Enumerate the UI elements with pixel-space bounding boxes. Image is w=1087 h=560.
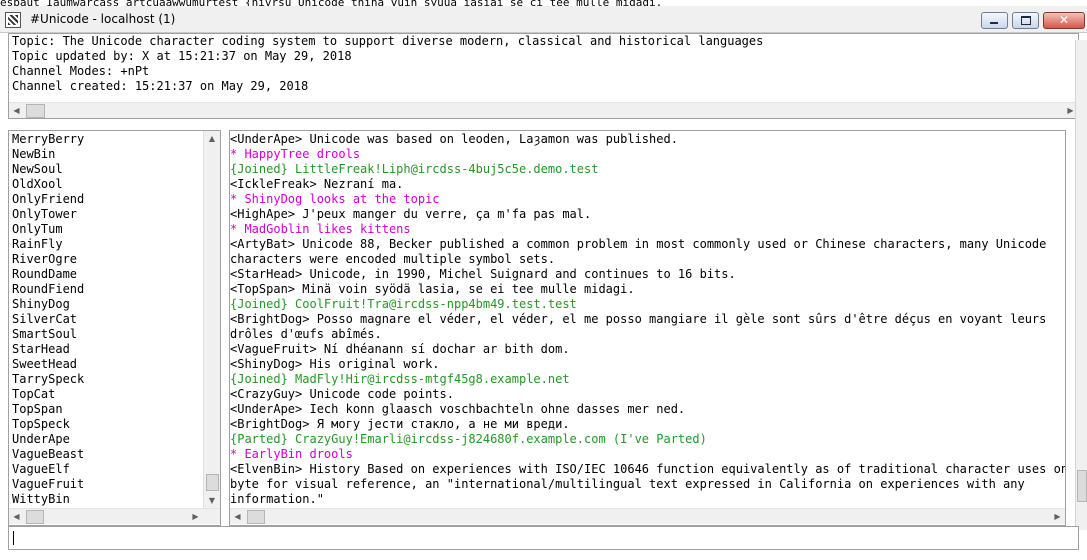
chat-message: <ElvenBin> History Based on experiences … xyxy=(230,462,1066,476)
chat-message: <BrightDog> Я могу јести стакло, а не ми… xyxy=(230,417,570,431)
scrollbar-thumb[interactable] xyxy=(26,104,45,118)
scrollbar-thumb[interactable] xyxy=(26,510,44,524)
nicklist-vertical-scrollbar[interactable]: ▲ ▼ xyxy=(203,131,220,508)
maximize-button[interactable] xyxy=(1012,12,1039,29)
nick-item[interactable]: VagueFruit xyxy=(12,477,84,492)
nick-item[interactable]: SmartSoul xyxy=(12,327,77,342)
scrollbar-thumb[interactable] xyxy=(1077,470,1087,502)
chat-message: drôles d'œufs abîmés. xyxy=(230,327,382,341)
topic-pane[interactable]: Topic: The Unicode character coding syst… xyxy=(8,33,1079,119)
nick-item[interactable]: RoundDame xyxy=(12,267,77,282)
chat-message: <HighApe> J'peux manger du verre, ça m'f… xyxy=(230,207,592,221)
scroll-left-icon[interactable]: ◀ xyxy=(9,509,24,524)
chat-horizontal-scrollbar[interactable]: ◀ ▶ xyxy=(230,508,1065,524)
scroll-left-icon[interactable]: ◀ xyxy=(230,509,245,524)
chat-message: <StarHead> Unicode, in 1990, Michel Suig… xyxy=(230,267,736,281)
text-caret xyxy=(13,531,14,545)
chat-message: {Joined} MadFly!Hir@ircdss-mtgf45g8.exam… xyxy=(230,372,570,386)
chat-messages-pane[interactable]: <UnderApe> Unicode was based on leoden, … xyxy=(229,130,1066,526)
window-title: #Unicode - localhost (1) xyxy=(30,12,176,26)
chat-message: <BrightDog> Posso magnare el véder, el v… xyxy=(230,312,1047,326)
nick-item[interactable]: RiverOgre xyxy=(12,252,77,267)
topic-line: Channel Modes: +nPt xyxy=(12,64,150,78)
scroll-down-icon[interactable]: ▼ xyxy=(204,493,220,508)
chat-message: <IckleFreak> Nezraní ma. xyxy=(230,177,404,191)
chat-message: * HappyTree drools xyxy=(230,147,361,161)
scroll-right-icon[interactable]: ▶ xyxy=(188,509,203,524)
nick-item[interactable]: TopCat xyxy=(12,387,55,402)
nicklist-pane[interactable]: MerryBerry NewBin NewSoul OldXool OnlyFriend… xyxy=(8,130,221,526)
chat-message: byte for visual reference, an "internati… xyxy=(230,477,1025,491)
maximize-icon xyxy=(1021,16,1031,25)
minimize-icon xyxy=(990,22,998,24)
chat-message: <UnderApe> Iech konn glaasch voschbachte… xyxy=(230,402,686,416)
nick-item[interactable]: UnderApe xyxy=(12,432,70,447)
scrollbar-thumb[interactable] xyxy=(206,474,219,491)
chat-message: <VagueFruit> Ní dhéanann sí dochar ar bi… xyxy=(230,342,570,356)
close-icon: ✕ xyxy=(1058,13,1070,27)
chat-message: <CrazyGuy> Unicode code points. xyxy=(230,387,454,401)
nick-item[interactable]: MerryBerry xyxy=(12,132,84,147)
topic-line: Topic: The Unicode character coding syst… xyxy=(12,34,764,48)
topic-line: Channel created: 15:21:37 on May 29, 201… xyxy=(12,79,309,93)
nick-item[interactable]: NewSoul xyxy=(12,162,63,177)
close-button[interactable]: ✕ xyxy=(1043,12,1085,29)
nicklist-horizontal-scrollbar[interactable]: ◀ ▶ xyxy=(9,508,220,524)
nick-item[interactable]: VagueBeast xyxy=(12,447,84,462)
title-bar[interactable]: #Unicode - localhost (1) ✕ xyxy=(0,6,1087,33)
chat-message: * EarlyBin drools xyxy=(230,447,353,461)
scrollbar-thumb[interactable] xyxy=(247,510,265,524)
chat-message: {Parted} CrazyGuy!Emarli@ircdss-j824680f… xyxy=(230,432,707,446)
nick-item[interactable]: OnlyTum xyxy=(12,222,63,237)
nick-item[interactable]: WittyBin xyxy=(12,492,70,507)
nick-item[interactable]: SweetHead xyxy=(12,357,77,372)
nick-item[interactable]: TarrySpeck xyxy=(12,372,84,387)
app-icon xyxy=(5,12,21,28)
message-input[interactable] xyxy=(8,526,1079,550)
chat-message: <TopSpan> Minä voin syödä lasia, se ei t… xyxy=(230,282,635,296)
nick-item[interactable]: TopSpeck xyxy=(12,417,70,432)
chat-message: <ShinyDog> His original work. xyxy=(230,357,440,371)
nick-item[interactable]: TopSpan xyxy=(12,402,63,417)
nick-item[interactable]: OldXool xyxy=(12,177,63,192)
scroll-up-icon[interactable]: ▲ xyxy=(204,131,220,146)
chat-message: <ArtyBat> Unicode 88, Becker published a… xyxy=(230,237,1047,251)
chat-message: {Joined} CoolFruit!Tra@ircdss-npp4bm49.t… xyxy=(230,297,577,311)
scroll-left-icon[interactable]: ◀ xyxy=(9,103,24,118)
chat-message: * ShinyDog looks at the topic xyxy=(230,192,440,206)
minimize-button[interactable] xyxy=(981,12,1008,29)
nick-item[interactable]: RoundFiend xyxy=(12,282,84,297)
nick-item[interactable]: SilverCat xyxy=(12,312,77,327)
chat-message: characters were encoded multiple symbol … xyxy=(230,252,556,266)
chat-message: information." xyxy=(230,492,324,506)
nick-item[interactable]: RainFly xyxy=(12,237,63,252)
chat-message: * MadGoblin likes kittens xyxy=(230,222,411,236)
outer-vertical-scrollbar[interactable] xyxy=(1075,40,1087,530)
topic-line: Topic updated by: X at 15:21:37 on May 2… xyxy=(12,49,352,63)
topic-horizontal-scrollbar[interactable]: ◀ ▶ xyxy=(9,102,1078,118)
scroll-right-icon[interactable]: ▶ xyxy=(1050,509,1065,524)
chat-message: <UnderApe> Unicode was based on leoden, … xyxy=(230,132,678,146)
nick-item[interactable]: VagueElf xyxy=(12,462,70,477)
nick-item[interactable]: OnlyTower xyxy=(12,207,77,222)
nick-item[interactable]: ShinyDog xyxy=(12,297,70,312)
nick-item[interactable]: OnlyFriend xyxy=(12,192,84,207)
nick-item[interactable]: StarHead xyxy=(12,342,70,357)
nick-item[interactable]: NewBin xyxy=(12,147,55,162)
chat-message: {Joined} LittleFreak!Liph@ircdss-4buj5c5… xyxy=(230,162,599,176)
